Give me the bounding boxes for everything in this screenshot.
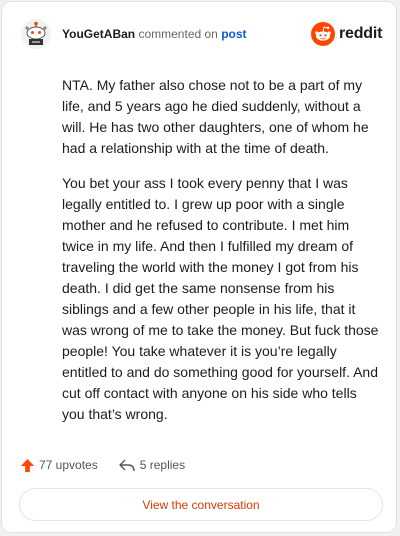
upvote-count[interactable]: 77 upvotes [20, 458, 98, 473]
comment-card: YouGetABan commented on post reddit NTA.… [1, 1, 397, 533]
view-conversation-button[interactable]: View the conversation [19, 488, 383, 521]
reddit-wordmark: reddit [339, 25, 383, 42]
comment-body: NTA. My father also chose not to be a pa… [62, 75, 380, 439]
reddit-logo[interactable]: reddit [311, 21, 382, 47]
upvotes-label: 77 upvotes [39, 458, 98, 472]
comment-paragraph: You bet your ass I took every penny that… [62, 175, 379, 422]
comment-footer: 77 upvotes 5 replies [20, 454, 185, 476]
upvote-arrow-icon [20, 458, 35, 472]
post-link[interactable]: post [221, 27, 246, 41]
action-text: commented on [138, 27, 218, 41]
replies-label: 5 replies [139, 458, 186, 472]
comment-header: YouGetABan commented on post [62, 27, 247, 41]
reddit-snoo-icon [311, 22, 335, 46]
reply-icon [119, 459, 135, 471]
comment-paragraph: NTA. My father also chose not to be a pa… [62, 77, 369, 156]
avatar[interactable] [21, 19, 51, 49]
username[interactable]: YouGetABan [62, 27, 135, 41]
reply-count[interactable]: 5 replies [118, 458, 185, 473]
